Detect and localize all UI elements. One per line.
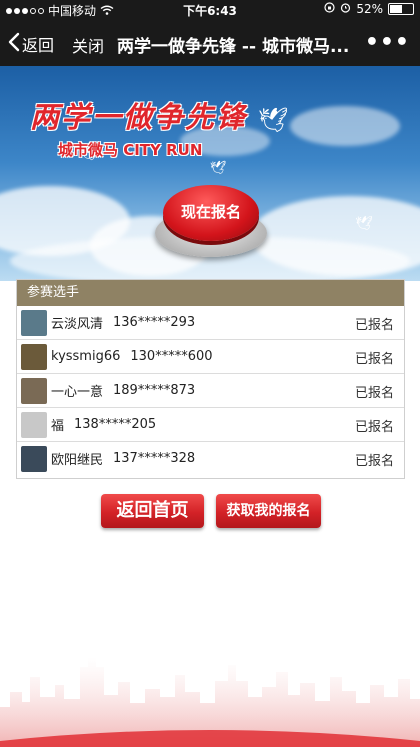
- chevron-left-icon: [8, 32, 20, 56]
- back-to-home-button[interactable]: 返回首页: [101, 494, 204, 528]
- participant-phone: 137*****328: [113, 451, 196, 466]
- battery-percent: 52%: [356, 2, 383, 16]
- participant-row: 欧阳继民 137*****328 已报名: [17, 441, 404, 475]
- alarm-icon: [340, 2, 351, 16]
- event-title: 两学一做争先锋: [30, 100, 248, 134]
- participant-row: 云淡风清 136*****293 已报名: [17, 306, 404, 339]
- participant-row: 福 138*****205 已报名: [17, 407, 404, 441]
- avatar: [21, 343, 47, 370]
- registration-status: 已报名: [354, 352, 394, 367]
- participant-phone: 136*****293: [113, 315, 196, 330]
- event-subtitle: 城市微马 CITY RUN: [58, 141, 203, 159]
- back-button[interactable]: 返回: [8, 32, 54, 56]
- participant-name: 一心一意: [51, 385, 104, 400]
- participant-name: 福: [51, 419, 65, 434]
- back-label: 返回: [22, 36, 55, 55]
- participants-panel: 参赛选手 云淡风清 136*****293 已报名 kyssmig66 130*****…: [16, 279, 405, 479]
- get-my-registration-button[interactable]: 获取我的报名: [216, 494, 321, 528]
- participant-phone: 138*****205: [74, 417, 157, 432]
- avatar: [21, 309, 47, 336]
- more-button[interactable]: •••: [365, 30, 410, 55]
- participant-row: kyssmig66 130*****600 已报名: [17, 339, 404, 373]
- cityscape-decoration: [0, 657, 420, 747]
- nav-bar: 返回 关闭 两学一做争先锋 -- 城市微马... •••: [0, 20, 420, 66]
- register-now-label: 现在报名: [180, 203, 241, 221]
- participant-phone: 189*****873: [113, 383, 196, 398]
- participant-name: 欧阳继民: [51, 453, 104, 468]
- dove-icon: 🕊: [258, 106, 289, 134]
- avatar: [21, 411, 47, 438]
- participant-phone: 130*****600: [130, 349, 213, 364]
- registration-status: 已报名: [354, 318, 394, 333]
- participant-name: 云淡风清: [51, 317, 104, 332]
- battery-icon: [388, 3, 414, 15]
- dove-icon: 🕊: [210, 161, 227, 176]
- participant-name: kyssmig66: [51, 349, 121, 364]
- register-now-button[interactable]: 现在报名: [155, 181, 267, 261]
- status-bar: 中国移动 下午6:43 52%: [0, 0, 420, 20]
- participants-header: 参赛选手: [17, 280, 404, 306]
- avatar: [21, 445, 47, 472]
- close-button[interactable]: 关闭: [72, 33, 104, 57]
- avatar: [21, 377, 47, 404]
- event-banner: 🕊 🕊 🕊 🕊 两学一做争先锋 城市微马 CITY RUN 现在报名: [0, 66, 420, 281]
- registration-status: 已报名: [354, 420, 394, 435]
- registration-status: 已报名: [354, 386, 394, 401]
- rotation-lock-icon: [324, 2, 335, 16]
- page-title: 两学一做争先锋 -- 城市微马...: [117, 37, 350, 57]
- participant-row: 一心一意 189*****873 已报名: [17, 373, 404, 407]
- dove-icon: 🕊: [355, 216, 373, 232]
- registration-status: 已报名: [354, 454, 394, 469]
